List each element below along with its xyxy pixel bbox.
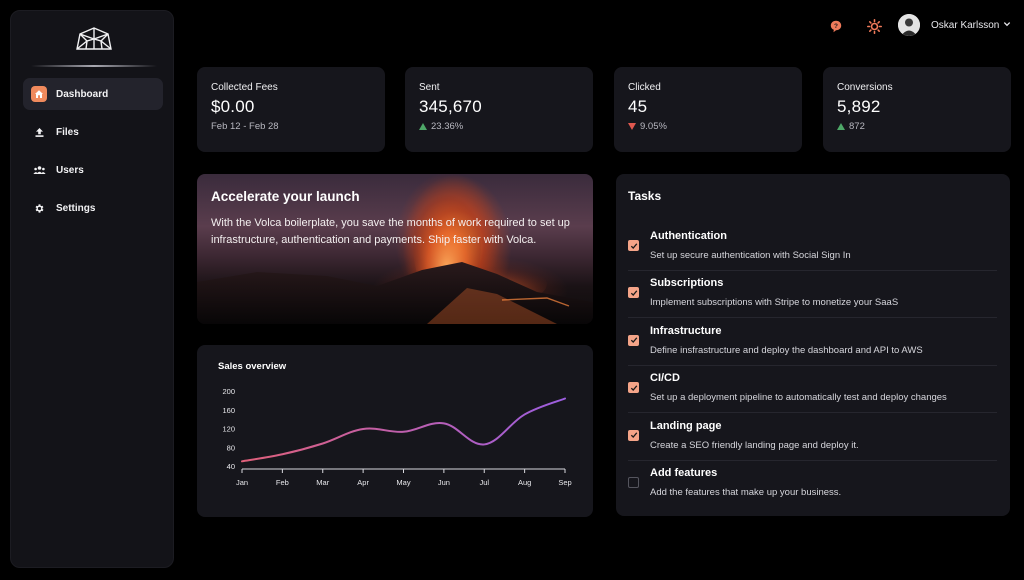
y-tick-label: 160 — [222, 406, 235, 415]
task-title: Landing page — [650, 419, 722, 432]
trend-up-icon — [837, 123, 845, 130]
task-checkbox[interactable] — [628, 382, 639, 394]
hero-title: Accelerate your launch — [211, 189, 360, 204]
task-checkbox[interactable] — [628, 429, 639, 441]
task-description: Create a SEO friendly landing page and d… — [650, 439, 859, 451]
stat-card-sent: Sent 345,670 23.36% — [405, 67, 593, 152]
x-tick-label: Apr — [357, 478, 369, 487]
hero-banner: Accelerate your launch With the Volca bo… — [197, 174, 593, 324]
task-title: CI/CD — [650, 372, 680, 385]
volca-logo-icon[interactable] — [75, 25, 113, 55]
stat-sub-text: 9.05% — [640, 121, 667, 132]
tasks-card: Tasks Authentication Set up secure authen… — [616, 174, 1010, 516]
x-tick-label: May — [396, 478, 410, 487]
hero-description: With the Volca boilerplate, you save the… — [211, 217, 570, 246]
stat-card-conversions: Conversions 5,892 872 — [823, 67, 1011, 152]
stat-card-collected-fees: Collected Fees $0.00 Feb 12 - Feb 28 — [197, 67, 385, 152]
stat-trend: 872 — [837, 121, 997, 132]
stat-title: Sent — [419, 82, 440, 93]
task-title: Add features — [650, 467, 718, 479]
task-checkbox[interactable] — [628, 287, 639, 299]
stat-title: Collected Fees — [211, 82, 278, 93]
stat-sub-text: 872 — [849, 121, 865, 132]
gear-icon — [31, 200, 47, 216]
x-tick-label: Jan — [236, 478, 248, 487]
task-title: Subscriptions — [650, 277, 724, 290]
task-description: Set up a deployment pipeline to automati… — [650, 392, 947, 404]
sidebar-item-dashboard[interactable]: Dashboard — [23, 78, 163, 110]
x-tick-label: Mar — [316, 478, 329, 487]
checkmark-icon — [630, 385, 637, 391]
task-description: Implement subscriptions with Stripe to m… — [650, 297, 899, 309]
task-title: Infrastructure — [650, 324, 722, 337]
help-icon[interactable]: ? — [827, 17, 845, 35]
task-checkbox[interactable] — [628, 240, 639, 251]
logo-divider — [31, 65, 157, 67]
stat-title: Clicked — [628, 82, 661, 93]
y-tick-label: 120 — [222, 425, 235, 434]
sidebar-item-users[interactable]: Users — [23, 154, 163, 186]
stat-trend: 23.36% — [419, 121, 579, 132]
stat-sub-text: Feb 12 - Feb 28 — [211, 121, 279, 132]
task-description: Define insfrastructure and deploy the da… — [650, 344, 923, 356]
x-tick-label: Sep — [558, 478, 571, 487]
y-tick-label: 40 — [227, 462, 235, 471]
sun-icon[interactable] — [865, 17, 883, 35]
upload-icon — [31, 124, 47, 140]
stat-value: 5,892 — [837, 97, 881, 116]
task-item: Add features Add the features that make u… — [628, 461, 997, 508]
sidebar-item-files[interactable]: Files — [23, 116, 163, 148]
task-item: Subscriptions Implement subscriptions wit… — [628, 271, 997, 319]
stat-trend: 9.05% — [628, 121, 788, 132]
stat-value: 345,670 — [419, 97, 482, 116]
sales-chart-card: Sales overview 40 80 120 160 200 Jan Feb Mar Apr… — [197, 345, 593, 517]
svg-text:?: ? — [834, 23, 838, 30]
sidebar-item-label: Settings — [56, 202, 96, 214]
trend-down-icon — [628, 123, 636, 130]
sales-line-chart: 40 80 120 160 200 Jan Feb Mar Apr May Jun Jul Aug Sep — [222, 387, 571, 487]
y-tick-label: 200 — [222, 387, 235, 396]
stat-sub-text: 23.36% — [431, 121, 464, 132]
sidebar-item-label: Files — [56, 126, 79, 138]
y-tick-label: 80 — [227, 443, 235, 452]
checkmark-icon — [630, 337, 637, 344]
task-title: Authentication — [650, 230, 727, 242]
tasks-title: Tasks — [628, 189, 662, 203]
checkmark-icon — [630, 432, 637, 439]
x-tick-label: Jun — [438, 478, 450, 487]
home-icon — [31, 86, 47, 102]
stat-value: $0.00 — [211, 97, 255, 116]
avatar[interactable] — [898, 14, 920, 36]
task-item: Landing page Create a SEO friendly landin… — [628, 414, 997, 461]
stat-card-clicked: Clicked 45 9.05% — [614, 67, 802, 152]
task-checkbox[interactable] — [628, 477, 639, 488]
trend-up-icon — [419, 123, 427, 130]
stat-title: Conversions — [837, 82, 893, 93]
stat-value: 45 — [628, 97, 648, 116]
stat-date-range: Feb 12 - Feb 28 — [211, 121, 371, 132]
sidebar-item-settings[interactable]: Settings — [23, 192, 163, 224]
x-tick-label: Feb — [276, 478, 289, 487]
x-tick-label: Aug — [518, 478, 531, 487]
sales-series-line — [241, 397, 566, 463]
task-description: Add the features that make up your busin… — [650, 487, 842, 498]
sidebar-item-label: Dashboard — [56, 88, 109, 100]
sidebar-item-label: Users — [56, 164, 84, 176]
task-item: Infrastructure Define insfrastructure and… — [628, 319, 997, 366]
checkmark-icon — [630, 242, 637, 249]
chevron-down-icon[interactable] — [1003, 20, 1011, 28]
task-item: CI/CD Set up a deployment pipeline to aut… — [628, 366, 997, 414]
task-description: Set up secure authentication with Social… — [650, 250, 851, 261]
task-item: Authentication Set up secure authenticati… — [628, 224, 997, 271]
user-name[interactable]: Oskar Karlsson — [931, 20, 999, 31]
x-tick-label: Jul — [479, 478, 489, 487]
task-checkbox[interactable] — [628, 334, 639, 346]
users-icon — [31, 162, 47, 178]
checkmark-icon — [630, 290, 637, 296]
sidebar: Dashboard Files Users Settings — [10, 10, 174, 568]
